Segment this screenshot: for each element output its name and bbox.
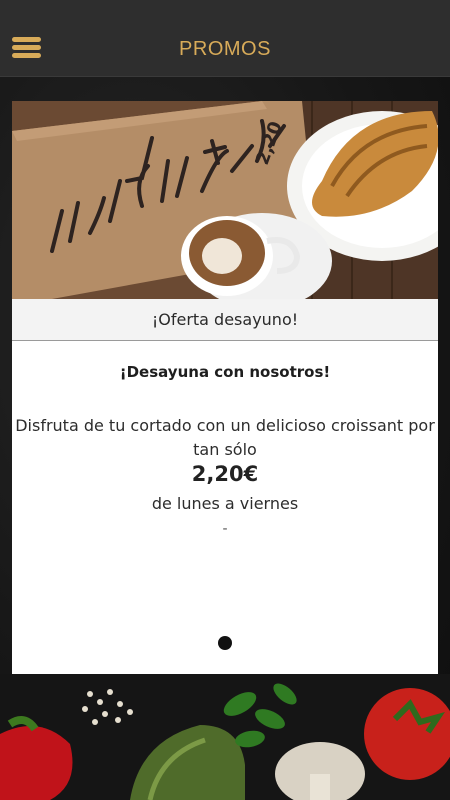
promo-description: Disfruta de tu cortado con un delicioso … [15,416,435,459]
promo-availability: de lunes a viernes [151,494,299,513]
promo-headline: ¡Desayuna con nosotros! [119,363,331,381]
promo-image: 2,20 [12,101,438,299]
app-header: PROMOS [0,0,450,77]
promo-caption: ¡Oferta desayuno! [12,299,438,341]
promo-card[interactable]: 2,20 ¡Oferta desayuno! ¡Desayuna con nos… [12,101,438,674]
pager-dot-active[interactable] [218,636,232,650]
promo-separator: - [222,521,228,537]
promo-price: 2,20€ [191,462,259,486]
vegetables-background-image [0,674,450,800]
page-title: PROMOS [179,38,271,60]
